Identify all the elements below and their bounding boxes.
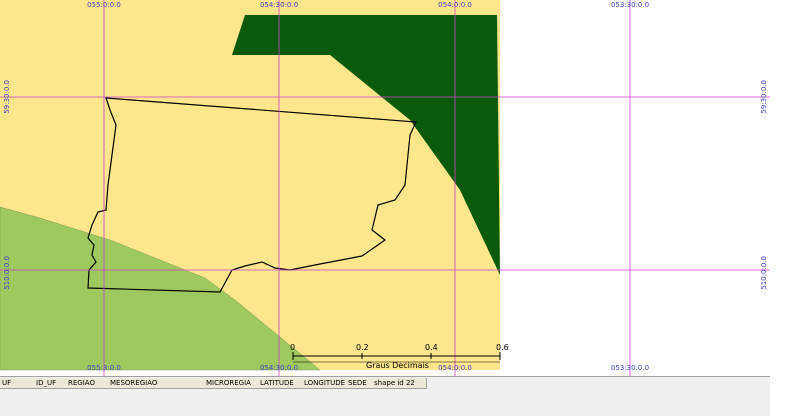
scale-tick-label: 0	[290, 343, 296, 352]
column-header-longitude[interactable]: LONGITUDE	[302, 378, 347, 389]
map-viewport[interactable]: 055:0:0.0 054:30:0.0 054:0:0.0 053:30:0.…	[0, 0, 770, 376]
grid-label-right: 59:30:0.0	[760, 80, 768, 114]
scale-tick-label: 0.6	[496, 343, 509, 352]
grid-label-bottom: 054:30:0.0	[259, 364, 299, 372]
column-header-microregia[interactable]: MICROREGIA	[204, 378, 259, 389]
grid-label-left: 59:30:0.0	[3, 80, 11, 114]
grid-label-bottom: 055:3:0.0	[87, 364, 121, 372]
grid-label-right: 510:0:0.0	[760, 256, 768, 290]
column-header-latitude[interactable]: LATITUDE	[258, 378, 303, 389]
column-header-uf[interactable]: UF	[0, 378, 35, 389]
column-header-mesoregiao[interactable]: MESOREGIAO	[108, 378, 205, 389]
vertical-scrollbar[interactable]	[770, 0, 800, 376]
grid-label-bottom: 053:30:0.0	[610, 364, 650, 372]
grid-label-top: 054:0:0.0	[438, 1, 472, 9]
attribute-table: UF ID_UF REGIAO MESOREGIAO MICROREGIA LA…	[0, 376, 770, 416]
grid-label-top: 055:0:0.0	[87, 1, 121, 9]
map-canvas[interactable]	[0, 0, 770, 376]
scale-tick-label: 0.4	[425, 343, 438, 352]
scale-tick-label: 0.2	[356, 343, 369, 352]
column-header-regiao[interactable]: REGIAO	[66, 378, 109, 389]
grid-label-top: 053:30:0.0	[610, 1, 650, 9]
grid-label-top: 054:30:0.0	[259, 1, 299, 9]
column-header-id-uf[interactable]: ID_UF	[34, 378, 67, 389]
grid-label-bottom: 054:0:0.0	[438, 364, 472, 372]
column-header-shape-id[interactable]: shape id 22	[372, 378, 427, 389]
column-header-sede[interactable]: SEDE	[346, 378, 373, 389]
grid-label-left: 510:0:0.0	[3, 256, 11, 290]
scale-unit-label: Graus Decimais	[366, 361, 429, 370]
